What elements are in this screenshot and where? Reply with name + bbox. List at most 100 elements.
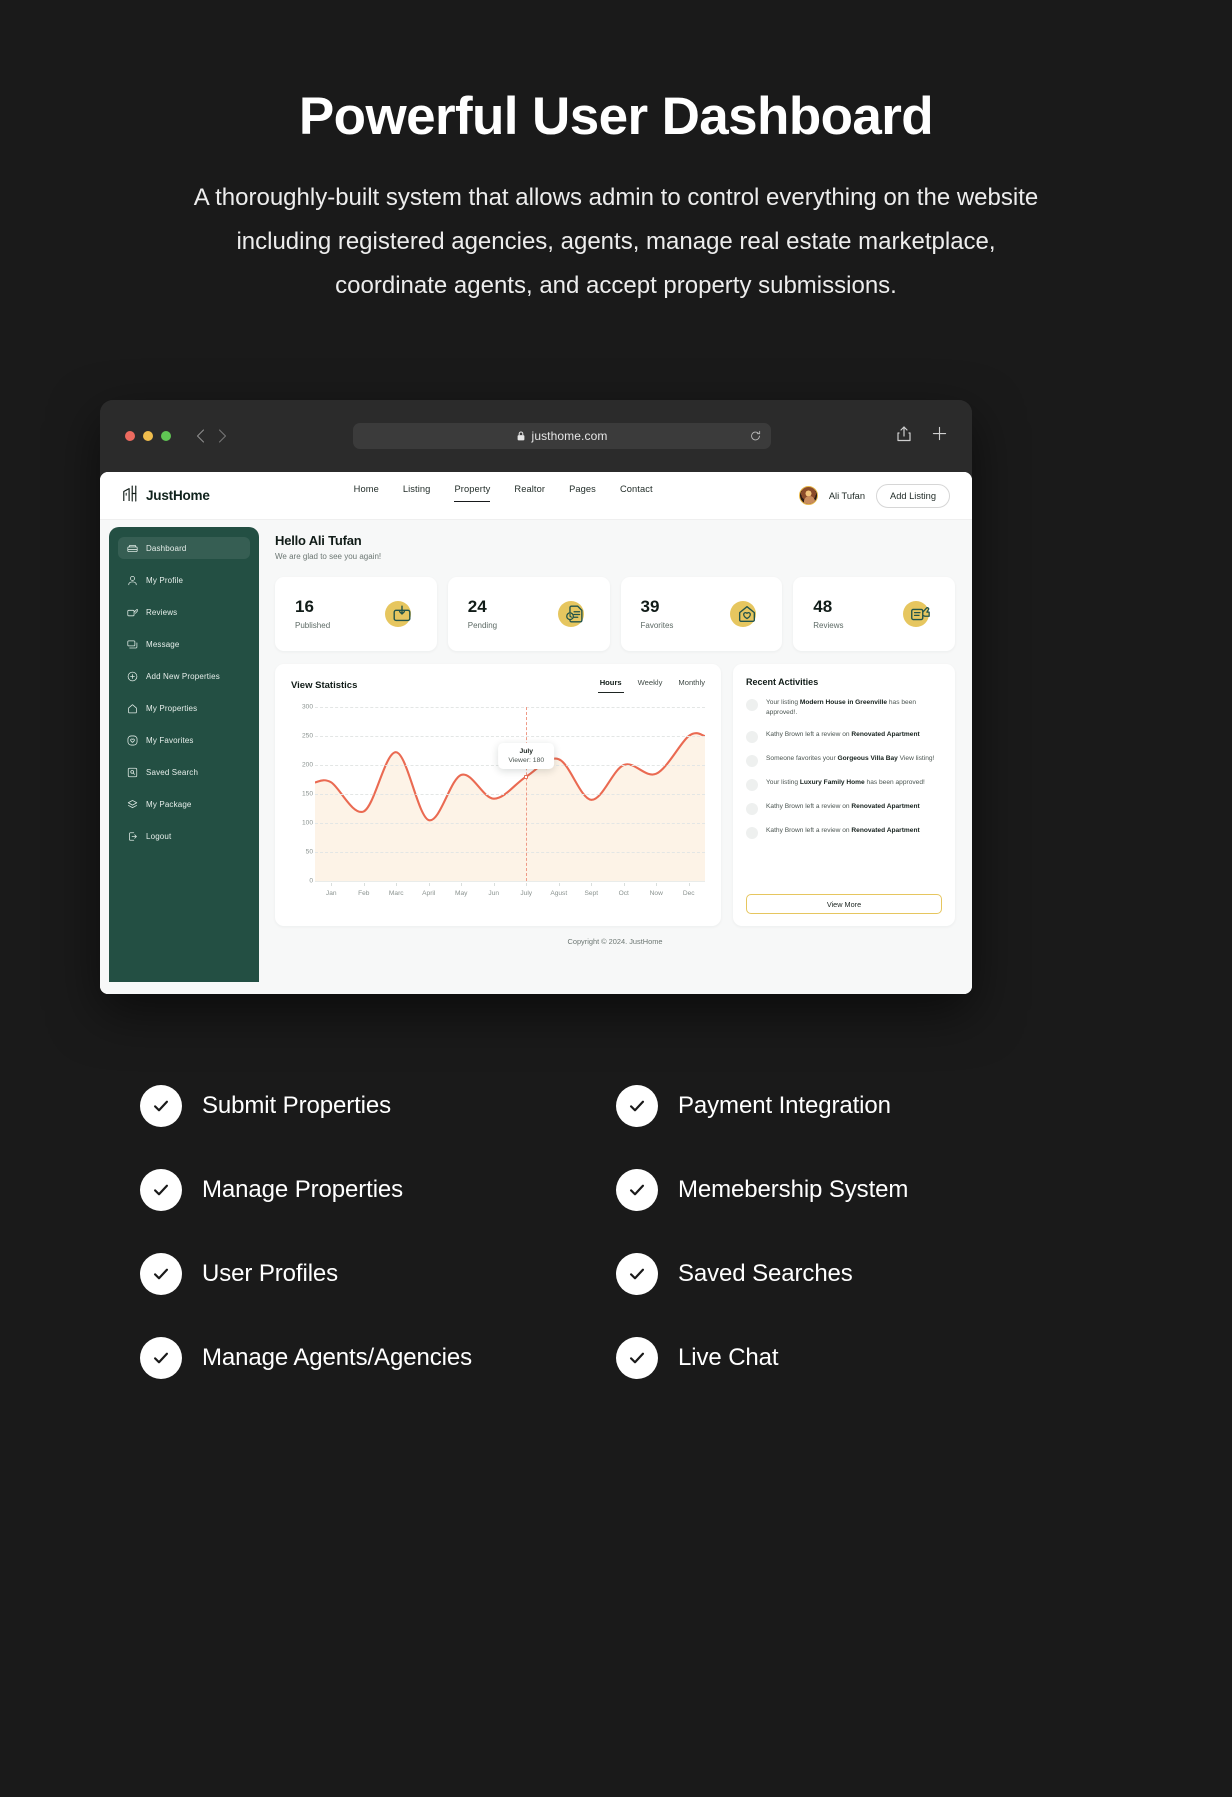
check-icon <box>616 1337 658 1379</box>
nav-item-listing[interactable]: Listing <box>403 484 431 507</box>
feature-submit-properties: Submit Properties <box>140 1085 616 1127</box>
sidebar-item-my-favorites[interactable]: My Favorites <box>118 729 250 751</box>
activity-highlight: Luxury Family Home <box>799 778 865 786</box>
chart-gridline <box>315 881 705 882</box>
header-right: Ali Tufan Add Listing <box>798 483 950 508</box>
sidebar-item-add-new-properties[interactable]: Add New Properties <box>118 665 250 687</box>
chart-x-tickmark <box>493 883 495 886</box>
nav-item-realtor[interactable]: Realtor <box>514 484 545 507</box>
dashboard-sidebar: Dashboard My Profile Reviews Message Add… <box>109 527 259 982</box>
reload-icon[interactable] <box>750 430 761 442</box>
chevron-left-icon[interactable] <box>196 429 205 443</box>
sidebar-item-label: My Package <box>146 799 192 809</box>
tab-weekly[interactable]: Weekly <box>638 678 663 693</box>
stat-value: 48 <box>813 597 833 616</box>
logout-icon <box>127 831 138 842</box>
chart-x-tick: Dec <box>682 890 695 897</box>
check-icon <box>616 1253 658 1295</box>
sidebar-item-my-package[interactable]: My Package <box>118 793 250 815</box>
list-item[interactable]: Kathy Brown left a review on Renovated A… <box>746 826 942 839</box>
sidebar-item-reviews[interactable]: Reviews <box>118 601 250 623</box>
list-item[interactable]: Your listing Modern House in Greenville … <box>746 698 942 719</box>
sidebar-item-message[interactable]: Message <box>118 633 250 655</box>
sidebar-item-label: My Properties <box>146 703 198 713</box>
list-item[interactable]: Someone favorites your Gorgeous Villa Ba… <box>746 754 942 767</box>
chart-x-tickmark <box>623 883 625 886</box>
chart-x-tickmark <box>526 883 528 886</box>
chart-x-tickmark <box>461 883 463 886</box>
site-header: JustHome Home Listing Property Realtor P… <box>100 472 972 520</box>
pending-doc-icon <box>557 597 592 631</box>
sidebar-item-saved-search[interactable]: Saved Search <box>118 761 250 783</box>
tab-monthly[interactable]: Monthly <box>678 678 705 693</box>
stat-card-favorites[interactable]: 39 Favorites <box>620 577 783 651</box>
add-listing-button[interactable]: Add Listing <box>876 483 950 508</box>
stat-value: 16 <box>295 597 314 616</box>
activities-title: Recent Activities <box>746 677 819 687</box>
chart-x-tickmark <box>558 883 560 886</box>
feature-manage-properties: Manage Properties <box>140 1169 616 1211</box>
dashboard-panels: View Statistics Hours Weekly Monthly 0 50… <box>275 664 955 926</box>
list-item[interactable]: Your listing Luxury Family Home has been… <box>746 778 942 791</box>
stat-card-pending[interactable]: 24 Pending <box>447 577 610 651</box>
panel-header: View Statistics Hours Weekly Monthly <box>291 678 705 693</box>
activity-avatar <box>746 826 758 839</box>
activity-avatar <box>746 730 758 743</box>
sidebar-item-my-profile[interactable]: My Profile <box>118 569 250 591</box>
home-heart-icon <box>730 597 764 631</box>
close-window-button[interactable] <box>125 431 135 441</box>
address-bar-wrapper: justhome.com <box>227 423 897 449</box>
chart-x-tickmark <box>331 883 333 886</box>
stat-card-published[interactable]: 16 Published <box>275 577 437 651</box>
sidebar-item-my-properties[interactable]: My Properties <box>118 697 250 719</box>
url-text: justhome.com <box>531 429 608 443</box>
chart-x-tick: Feb <box>358 890 370 897</box>
stat-label: Pending <box>467 621 498 630</box>
chart-x-tick: July <box>520 890 533 897</box>
activity-highlight: Gorgeous Villa Bay <box>837 754 898 762</box>
address-bar[interactable]: justhome.com <box>353 423 771 449</box>
share-icon[interactable] <box>897 425 911 447</box>
tab-hours[interactable]: Hours <box>597 678 624 693</box>
chart-y-axis: 0 50 100 150 200 250 300 <box>291 704 313 885</box>
activity-prefix: Kathy Brown left a review on <box>766 802 852 810</box>
chart-gridline <box>315 794 705 795</box>
copyright: Copyright © 2024. JustHome <box>567 937 663 946</box>
view-more-button[interactable]: View More <box>746 894 942 914</box>
nav-item-home[interactable]: Home <box>354 484 379 507</box>
window-controls[interactable] <box>125 431 171 441</box>
feature-label: Memebership System <box>678 1176 909 1203</box>
activities-list: Your listing Modern House in Greenville … <box>746 698 942 894</box>
sidebar-item-dashboard[interactable]: Dashboard <box>118 537 250 559</box>
stat-value: 24 <box>467 597 487 616</box>
nav-item-pages[interactable]: Pages <box>569 484 596 507</box>
list-item[interactable]: Kathy Brown left a review on Renovated A… <box>746 802 942 815</box>
nav-item-contact[interactable]: Contact <box>620 484 653 507</box>
stat-label: Reviews <box>813 621 844 630</box>
browser-nav-buttons[interactable] <box>196 429 227 443</box>
activity-highlight: Modern House in Greenville <box>799 699 888 706</box>
feature-label: Manage Properties <box>202 1176 404 1203</box>
chart-y-tick: 200 <box>301 761 313 769</box>
list-item[interactable]: Kathy Brown left a review on Renovated A… <box>746 730 942 743</box>
sidebar-item-logout[interactable]: Logout <box>118 825 250 847</box>
avatar[interactable] <box>798 486 818 505</box>
plus-icon[interactable] <box>932 426 947 446</box>
activity-prefix: Someone favorites your <box>766 754 838 762</box>
nav-item-property[interactable]: Property <box>454 484 491 507</box>
minimize-window-button[interactable] <box>143 431 153 441</box>
chart-plot-area <box>315 707 705 882</box>
page-root: Powerful User Dashboard A thoroughly-bui… <box>0 0 1232 1797</box>
chart-y-tick: 50 <box>305 848 313 856</box>
activity-suffix: View listing! <box>897 754 935 762</box>
brand-logo[interactable]: JustHome <box>122 485 210 507</box>
chart-y-tick: 250 <box>301 732 313 740</box>
review-icon <box>127 607 138 618</box>
maximize-window-button[interactable] <box>161 431 171 441</box>
stat-card-reviews[interactable]: 48 Reviews <box>793 577 955 651</box>
range-tabs: Hours Weekly Monthly <box>597 678 705 693</box>
hero-section: Powerful User Dashboard A thoroughly-bui… <box>0 0 1232 307</box>
chevron-right-icon[interactable] <box>218 429 227 443</box>
page-title: Powerful User Dashboard <box>298 87 934 146</box>
main-navigation: Home Listing Property Realtor Pages Cont… <box>354 484 653 507</box>
